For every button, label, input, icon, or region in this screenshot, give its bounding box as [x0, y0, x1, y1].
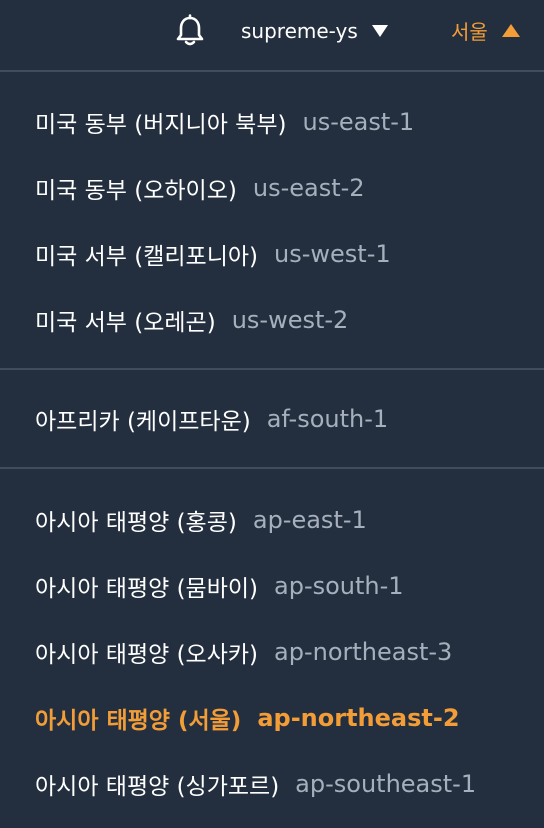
region-item-us-east-1[interactable]: 미국 동부 (버지니아 북부) us-east-1 [35, 102, 414, 142]
account-menu[interactable]: supreme-ys [241, 17, 388, 45]
region-code: ap-southeast-1 [295, 770, 477, 798]
divider [0, 467, 544, 469]
region-name: 아시아 태평양 (뭄바이) [35, 576, 259, 602]
region-code: ap-northeast-3 [274, 638, 453, 666]
divider [0, 368, 544, 370]
region-item-us-east-2[interactable]: 미국 동부 (오하이오) us-east-2 [35, 168, 365, 208]
region-item-us-west-1[interactable]: 미국 서부 (캘리포니아) us-west-1 [35, 234, 391, 274]
bell-icon[interactable] [172, 13, 208, 49]
region-item-af-south-1[interactable]: 아프리카 (케이프타운) af-south-1 [35, 399, 388, 439]
region-name: 미국 동부 (버지니아 북부) [35, 112, 287, 138]
region-item-ap-south-1[interactable]: 아시아 태평양 (뭄바이) ap-south-1 [35, 566, 404, 606]
region-item-ap-northeast-2[interactable]: 아시아 태평양 (서울) ap-northeast-2 [35, 698, 460, 738]
caret-down-icon [371, 25, 388, 37]
divider [0, 70, 544, 72]
region-name: 미국 서부 (캘리포니아) [35, 244, 259, 270]
region-selector[interactable]: 서울 [451, 15, 520, 45]
region-name: 미국 동부 (오하이오) [35, 178, 237, 204]
region-item-ap-east-1[interactable]: 아시아 태평양 (홍콩) ap-east-1 [35, 500, 367, 540]
region-code: us-east-1 [302, 108, 415, 136]
region-name: 아시아 태평양 (서울) [35, 708, 242, 734]
top-navigation-bar: supreme-ys 서울 [0, 0, 544, 70]
region-code: us-east-2 [252, 174, 365, 202]
region-name: 미국 서부 (오레곤) [35, 310, 216, 336]
account-name: supreme-ys [241, 19, 358, 43]
region-code: ap-east-1 [252, 506, 367, 534]
region-code: us-west-2 [231, 306, 349, 334]
caret-up-icon [501, 23, 520, 37]
region-name: 아프리카 (케이프타운) [35, 409, 251, 435]
region-name: 아시아 태평양 (싱가포르) [35, 774, 280, 800]
current-region-label: 서울 [451, 19, 488, 44]
region-item-ap-southeast-1[interactable]: 아시아 태평양 (싱가포르) ap-southeast-1 [35, 764, 476, 804]
region-name: 아시아 태평양 (홍콩) [35, 510, 237, 536]
region-code: us-west-1 [274, 240, 391, 268]
region-code: ap-south-1 [274, 572, 404, 600]
region-item-us-west-2[interactable]: 미국 서부 (오레곤) us-west-2 [35, 300, 348, 340]
region-item-ap-northeast-3[interactable]: 아시아 태평양 (오사카) ap-northeast-3 [35, 632, 452, 672]
region-code: af-south-1 [266, 405, 389, 433]
region-name: 아시아 태평양 (오사카) [35, 642, 259, 668]
region-code: ap-northeast-2 [257, 704, 460, 732]
